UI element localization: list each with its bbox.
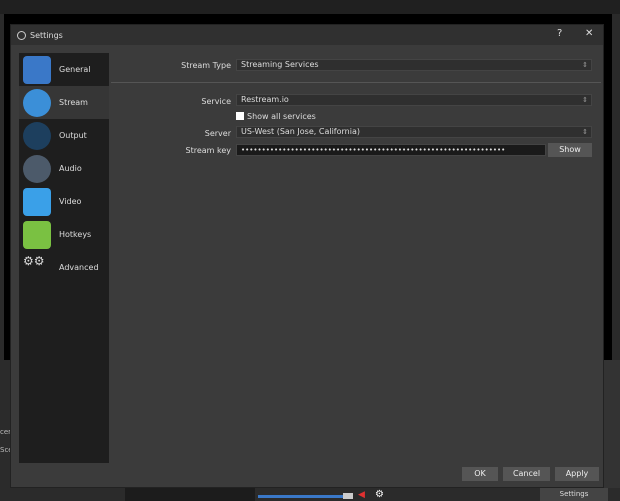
output-broadcast-icon	[23, 121, 51, 150]
window-title: Settings	[30, 30, 63, 40]
server-value: US-West (San Jose, California)	[241, 127, 360, 136]
stream-key-input[interactable]: ••••••••••••••••••••••••••••••••••••••••…	[236, 144, 546, 156]
divider	[111, 82, 601, 83]
controls-panel	[604, 360, 620, 501]
ok-button[interactable]: OK	[462, 467, 498, 481]
settings-sidebar: General Stream Output Audio Video Hotkeys ⚙⚙ Ad…	[19, 53, 109, 463]
show-all-services-checkbox[interactable]	[236, 112, 244, 120]
chevron-updown-icon: ⇕	[582, 61, 588, 69]
sidebar-item-label: Advanced	[59, 263, 99, 272]
server-label: Server	[204, 129, 231, 138]
sidebar-item-label: Hotkeys	[59, 230, 92, 239]
volume-slider-handle[interactable]	[343, 493, 353, 499]
title-bar: Settings	[11, 25, 603, 45]
stream-key-label: Stream key	[185, 146, 232, 155]
help-button[interactable]: ?	[557, 28, 562, 39]
gear-icon[interactable]: ⚙	[375, 489, 384, 500]
sidebar-item-audio[interactable]: Audio	[19, 152, 109, 185]
sidebar-item-output[interactable]: Output	[19, 119, 109, 152]
sidebar-item-label: Audio	[59, 164, 82, 173]
service-select[interactable]: Restream.io ⇕	[236, 94, 592, 106]
volume-slider[interactable]	[258, 495, 348, 498]
close-button[interactable]: ✕	[585, 28, 593, 39]
sidebar-item-general[interactable]: General	[19, 53, 109, 86]
cancel-button[interactable]: Cancel	[503, 467, 550, 481]
stream-globe-icon	[23, 88, 51, 117]
sidebar-item-video[interactable]: Video	[19, 185, 109, 218]
obs-logo-icon	[17, 30, 26, 40]
service-value: Restream.io	[241, 95, 289, 104]
sidebar-item-label: Stream	[59, 98, 88, 107]
server-select[interactable]: US-West (San Jose, California) ⇕	[236, 126, 592, 138]
service-label: Service	[201, 97, 231, 106]
main-settings-button[interactable]: Settings	[540, 488, 608, 501]
sidebar-item-advanced[interactable]: ⚙⚙ Advanced	[19, 251, 109, 284]
sidebar-item-label: Output	[59, 131, 87, 140]
show-all-services-label: Show all services	[247, 112, 316, 121]
sidebar-item-label: General	[59, 65, 91, 74]
mute-icon[interactable]: ◀	[358, 490, 365, 500]
main-window-top	[0, 0, 620, 14]
apply-button[interactable]: Apply	[555, 467, 599, 481]
stream-type-value: Streaming Services	[241, 60, 319, 69]
sidebar-item-label: Video	[59, 197, 82, 206]
chevron-updown-icon: ⇕	[582, 128, 588, 136]
audio-speaker-icon	[23, 154, 51, 183]
sidebar-item-hotkeys[interactable]: Hotkeys	[19, 218, 109, 251]
advanced-gears-icon: ⚙⚙	[23, 253, 45, 268]
sidebar-item-stream[interactable]: Stream	[19, 86, 109, 119]
settings-dialog: Settings ? ✕ General Stream Output Audio Vid…	[10, 24, 604, 488]
stream-type-select[interactable]: Streaming Services ⇕	[236, 59, 592, 71]
show-key-button[interactable]: Show	[548, 143, 592, 157]
hotkeys-keyboard-icon	[23, 220, 51, 249]
stream-type-label: Stream Type	[181, 61, 231, 70]
chevron-updown-icon: ⇕	[582, 96, 588, 104]
video-monitor-icon	[23, 187, 51, 216]
general-icon	[23, 55, 51, 84]
main-bottom-bar: ◀ ⚙ Settings	[0, 488, 620, 501]
